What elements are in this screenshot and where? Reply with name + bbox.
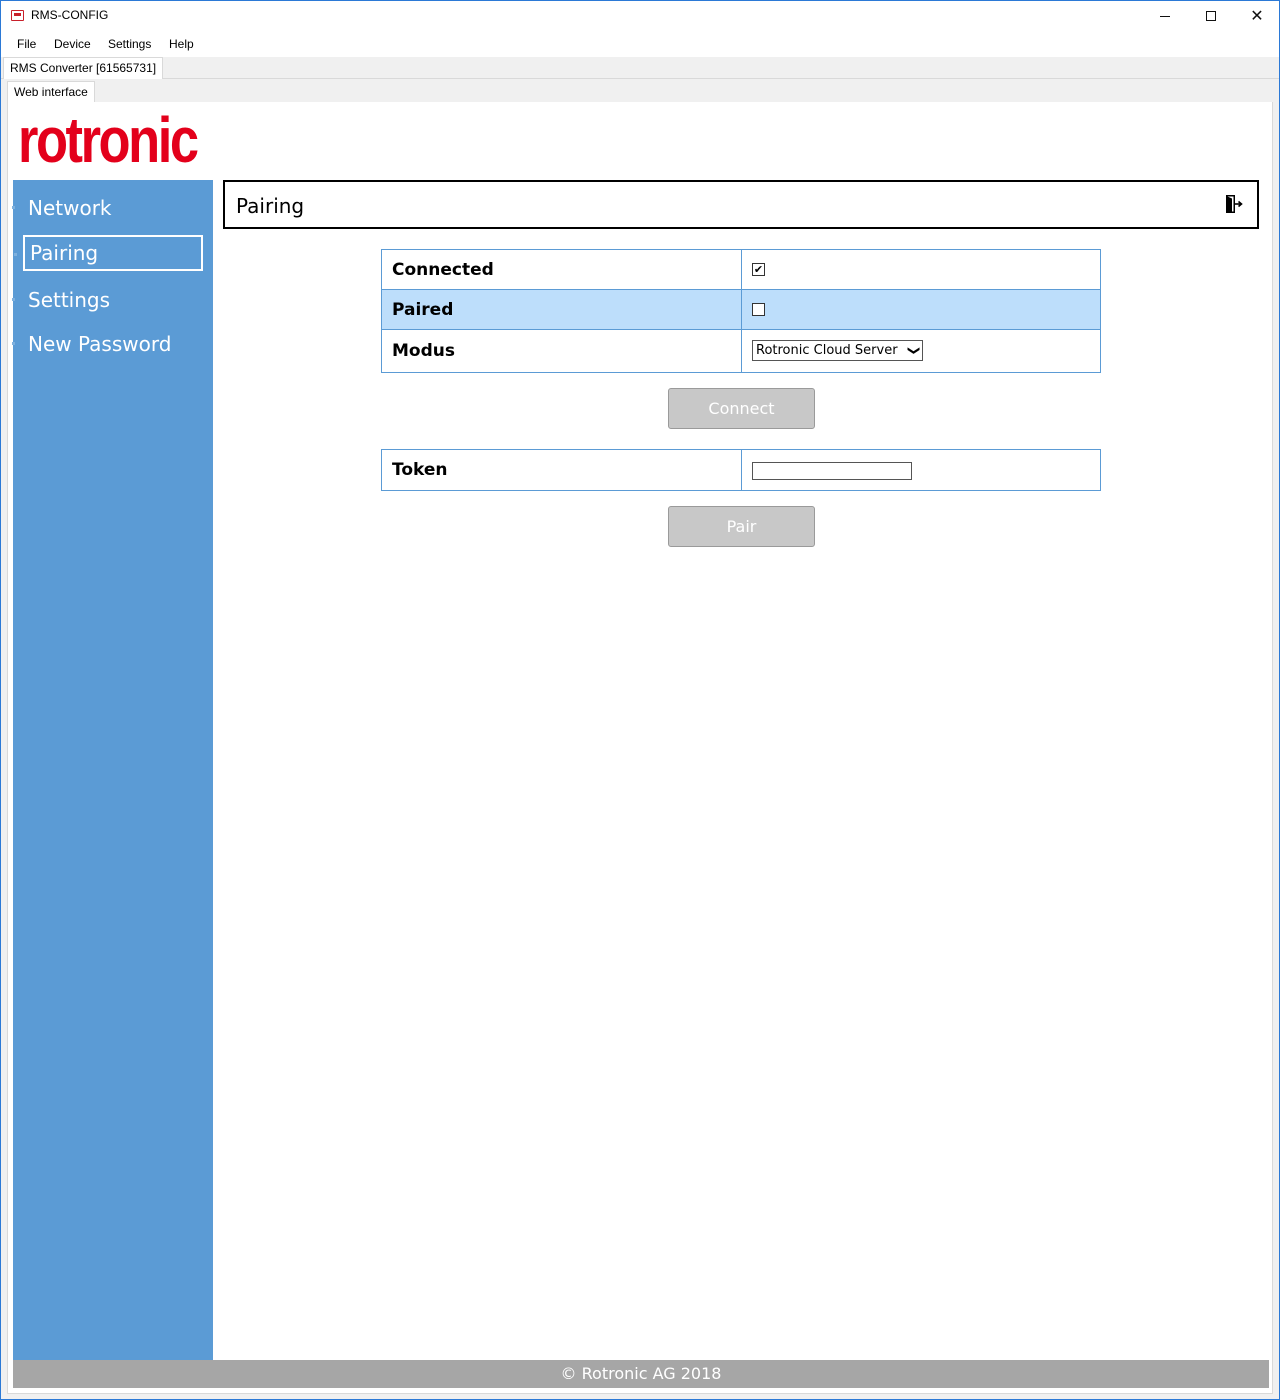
sidebar-item-label: Network [28, 196, 112, 220]
title-bar: RMS-CONFIG ✕ [1, 1, 1279, 31]
paired-checkbox[interactable] [752, 303, 765, 316]
status-table: Connected ✔ Paired Modus Rotronic Cloud … [381, 249, 1101, 373]
bullet-icon [14, 253, 17, 256]
tab-web-interface[interactable]: Web interface [7, 81, 95, 103]
paired-label: Paired [382, 290, 742, 329]
bullet-icon [12, 298, 15, 301]
app-window: RMS-CONFIG ✕ File Device Settings Help R… [0, 0, 1280, 1400]
bullet-icon [12, 206, 15, 209]
sidebar-item-label: Pairing [30, 241, 99, 265]
menu-file[interactable]: File [17, 37, 36, 51]
page-title: Pairing [236, 194, 305, 218]
sidebar-item-pairing[interactable]: Pairing [14, 235, 203, 271]
token-label: Token [382, 450, 742, 490]
table-row: Token [382, 450, 1100, 490]
sidebar-item-new-password[interactable]: New Password [12, 326, 203, 362]
connected-label: Connected [382, 250, 742, 289]
modus-label: Modus [382, 330, 742, 372]
device-tab-strip: RMS Converter [61565731] [1, 57, 1279, 79]
bullet-icon [12, 342, 15, 345]
menu-help[interactable]: Help [169, 37, 194, 51]
maximize-icon [1206, 11, 1216, 21]
sidebar-item-label: New Password [28, 332, 172, 356]
menu-device[interactable]: Device [54, 37, 91, 51]
connect-button[interactable]: Connect [668, 388, 815, 429]
sidebar-item-network[interactable]: Network [12, 190, 203, 226]
minimize-icon [1160, 15, 1170, 17]
rotronic-logo: rotronic [18, 104, 199, 176]
chevron-down-icon: ❯ [907, 345, 922, 356]
sidebar-item-settings[interactable]: Settings [12, 282, 203, 318]
modus-selected-value: Rotronic Cloud Server [756, 343, 898, 358]
menu-settings[interactable]: Settings [108, 37, 151, 51]
modus-select[interactable]: Rotronic Cloud Server ❯ [752, 340, 923, 361]
tab-rms-converter[interactable]: RMS Converter [61565731] [3, 57, 164, 79]
logout-icon[interactable] [1225, 194, 1243, 214]
minimize-button[interactable] [1142, 1, 1188, 31]
token-input[interactable] [752, 462, 912, 480]
menu-bar: File Device Settings Help [1, 31, 1279, 57]
maximize-button[interactable] [1188, 1, 1234, 31]
table-row: Paired [382, 290, 1100, 330]
view-tab-strip: Web interface [1, 80, 1279, 103]
app-icon [11, 10, 24, 21]
token-table: Token [381, 449, 1101, 491]
page-header: Pairing [223, 180, 1259, 229]
connected-checkbox[interactable]: ✔ [752, 263, 765, 276]
table-row: Connected ✔ [382, 250, 1100, 290]
close-icon: ✕ [1250, 8, 1264, 25]
web-view: rotronic Network Pairing Settings New Pa… [7, 102, 1273, 1394]
pair-button[interactable]: Pair [668, 506, 815, 547]
close-button[interactable]: ✕ [1234, 1, 1280, 31]
window-title: RMS-CONFIG [31, 8, 109, 22]
footer-copyright: © Rotronic AG 2018 [13, 1360, 1269, 1388]
sidebar-item-label: Settings [28, 288, 111, 312]
table-row: Modus Rotronic Cloud Server ❯ [382, 330, 1100, 372]
sidebar: Network Pairing Settings New Password [12, 180, 213, 1360]
